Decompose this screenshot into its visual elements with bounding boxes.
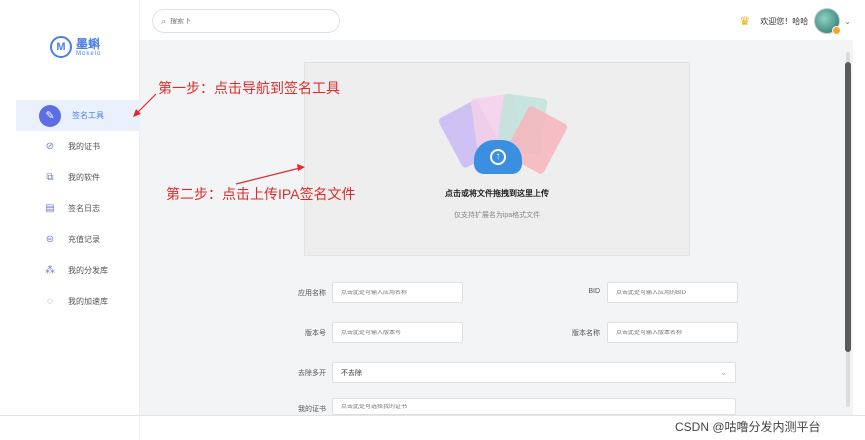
distribution-icon: ⁂: [45, 265, 55, 276]
certificate-icon: ⊘: [45, 141, 55, 152]
avatar[interactable]: [814, 8, 842, 35]
app-name-input[interactable]: [341, 289, 462, 296]
sidebar-item-label: 我的加速库: [68, 297, 108, 306]
logo-subtitle: Mokelo: [76, 50, 102, 57]
version-name-label: 版本名称: [572, 330, 600, 337]
chevron-down-icon: ⌄: [720, 368, 727, 377]
upload-title: 点击或将文件拖拽到这里上传: [445, 189, 549, 198]
sidebar-nav: ✎ 签名工具 ⊘ 我的证书 ⧉ 我的软件 ▤ 签名日志 ⊜ 充值记录 ⁂ 我的分…: [16, 100, 140, 317]
bid-field[interactable]: [607, 282, 738, 303]
logo-title: 墨蝌: [76, 36, 101, 51]
sidebar-item-label: 签名日志: [68, 204, 100, 213]
logo-icon: M: [50, 36, 72, 58]
version-name-input[interactable]: [616, 329, 737, 336]
sidebar-item-software[interactable]: ⧉ 我的软件: [16, 162, 140, 193]
bid-input[interactable]: [616, 289, 737, 296]
recharge-icon: ⊜: [45, 234, 55, 245]
version-field[interactable]: [332, 322, 463, 343]
sidebar-item-label: 我的软件: [68, 173, 100, 182]
accelerate-icon: ◌: [47, 296, 53, 307]
sidebar-item-distribution[interactable]: ⁂ 我的分发库: [16, 255, 140, 286]
bottom-divider: [0, 415, 865, 416]
crown-icon: ♛: [739, 14, 751, 28]
sidebar-item-sign-log[interactable]: ▤ 签名日志: [16, 193, 140, 224]
pen-icon: ✎: [39, 104, 61, 127]
app-name-label: 应用名称: [298, 290, 326, 297]
upload-hint: 仅支持扩展名为ipa格式文件: [453, 212, 541, 219]
remove-multi-label: 去除多开: [298, 370, 326, 377]
user-menu[interactable]: ♛ 欢迎您！哈哈 ⌄: [739, 8, 851, 35]
sidebar: M 墨蝌 Mokelo ✎ 签名工具 ⊘ 我的证书 ⧉ 我的软件 ▤ 签名日志 …: [0, 0, 140, 440]
sidebar-item-certificates[interactable]: ⊘ 我的证书: [16, 131, 140, 162]
app-name-field[interactable]: [332, 282, 463, 303]
version-name-field[interactable]: [607, 322, 738, 343]
remove-multi-select[interactable]: 不去除 ⌄: [332, 362, 736, 383]
sidebar-item-accelerate[interactable]: ◌ 我的加速库: [16, 286, 140, 317]
version-input[interactable]: [341, 329, 462, 336]
annotation-step2: 第二步：点击上传IPA签名文件: [166, 186, 356, 202]
remove-multi-value: 不去除: [341, 369, 362, 377]
search-input[interactable]: [170, 17, 321, 25]
cert-select[interactable]: [332, 398, 736, 415]
search-box[interactable]: ⌕: [152, 9, 340, 33]
sidebar-item-sign-tool[interactable]: ✎ 签名工具: [16, 100, 140, 131]
annotation-step1: 第一步：点击导航到签名工具: [158, 80, 340, 96]
scrollbar-thumb[interactable]: [845, 62, 851, 352]
sidebar-item-label: 我的证书: [68, 142, 100, 151]
log-icon: ▤: [45, 203, 55, 214]
version-label: 版本号: [305, 330, 326, 337]
cloud-upload-icon[interactable]: ↑: [474, 140, 522, 174]
sidebar-item-label: 签名工具: [72, 111, 104, 120]
search-icon: ⌕: [161, 15, 167, 26]
vip-badge-icon: [832, 26, 842, 35]
chevron-down-icon[interactable]: ⌄: [844, 17, 851, 26]
arrow-up-icon: ↑: [490, 149, 506, 165]
sidebar-item-recharge[interactable]: ⊜ 充值记录: [16, 224, 140, 255]
cert-input[interactable]: [341, 403, 735, 410]
welcome-text: 欢迎您！哈哈: [760, 16, 809, 26]
cert-label: 我的证书: [298, 406, 326, 413]
software-icon: ⧉: [46, 172, 54, 183]
sidebar-item-label: 充值记录: [68, 235, 100, 244]
brand-logo[interactable]: M 墨蝌 Mokelo: [50, 36, 101, 58]
sidebar-item-label: 我的分发库: [68, 266, 108, 275]
watermark: CSDN @咕噜分发内测平台: [675, 420, 821, 434]
bid-label: BID: [588, 288, 600, 295]
